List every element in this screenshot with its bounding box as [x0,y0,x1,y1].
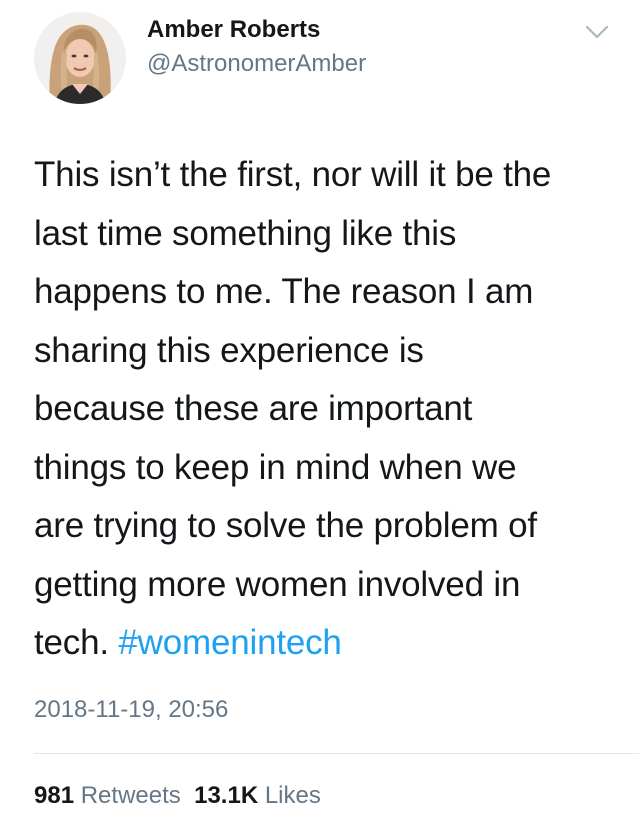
likes-label: Likes [264,782,321,809]
profile-photo [34,12,126,104]
retweets-stat[interactable]: 981 Retweets [34,781,181,811]
tweet-line: are trying to solve the problem of [34,506,537,545]
tweet-line: This isn’t the first, nor will it be the [34,155,552,194]
author-handle[interactable]: @AstronomerAmber [147,49,366,79]
tweet-stats: 981 Retweets 13.1K Likes [34,781,321,811]
tweet-timestamp[interactable]: 2018-11-19, 20:56 [34,695,228,725]
tweet-line: last time something like this [34,213,457,253]
likes-count: 13.1K [194,782,259,809]
hashtag-link[interactable]: #womenintech [118,623,341,662]
tweet-line: because these are important [34,389,473,428]
tweet-text: This isn’t the first, nor will it be the… [34,146,624,673]
retweets-count: 981 [34,782,75,809]
avatar[interactable] [34,12,126,104]
tweet-last-line-text: tech. [34,623,119,662]
likes-stat[interactable]: 13.1K Likes [194,781,321,811]
divider [34,753,639,754]
chevron-down-icon[interactable] [583,22,611,42]
retweets-label: Retweets [80,782,181,809]
tweet-line: getting more women involved in [34,564,521,604]
tweet-line: happens to me. The reason I am [34,272,534,311]
tweet-last-line: tech. #womenintech [34,614,624,673]
tweet-line: sharing this experience is [34,330,424,370]
author-name[interactable]: Amber Roberts [147,15,320,45]
tweet-line: things to keep in mind when we [34,447,517,487]
